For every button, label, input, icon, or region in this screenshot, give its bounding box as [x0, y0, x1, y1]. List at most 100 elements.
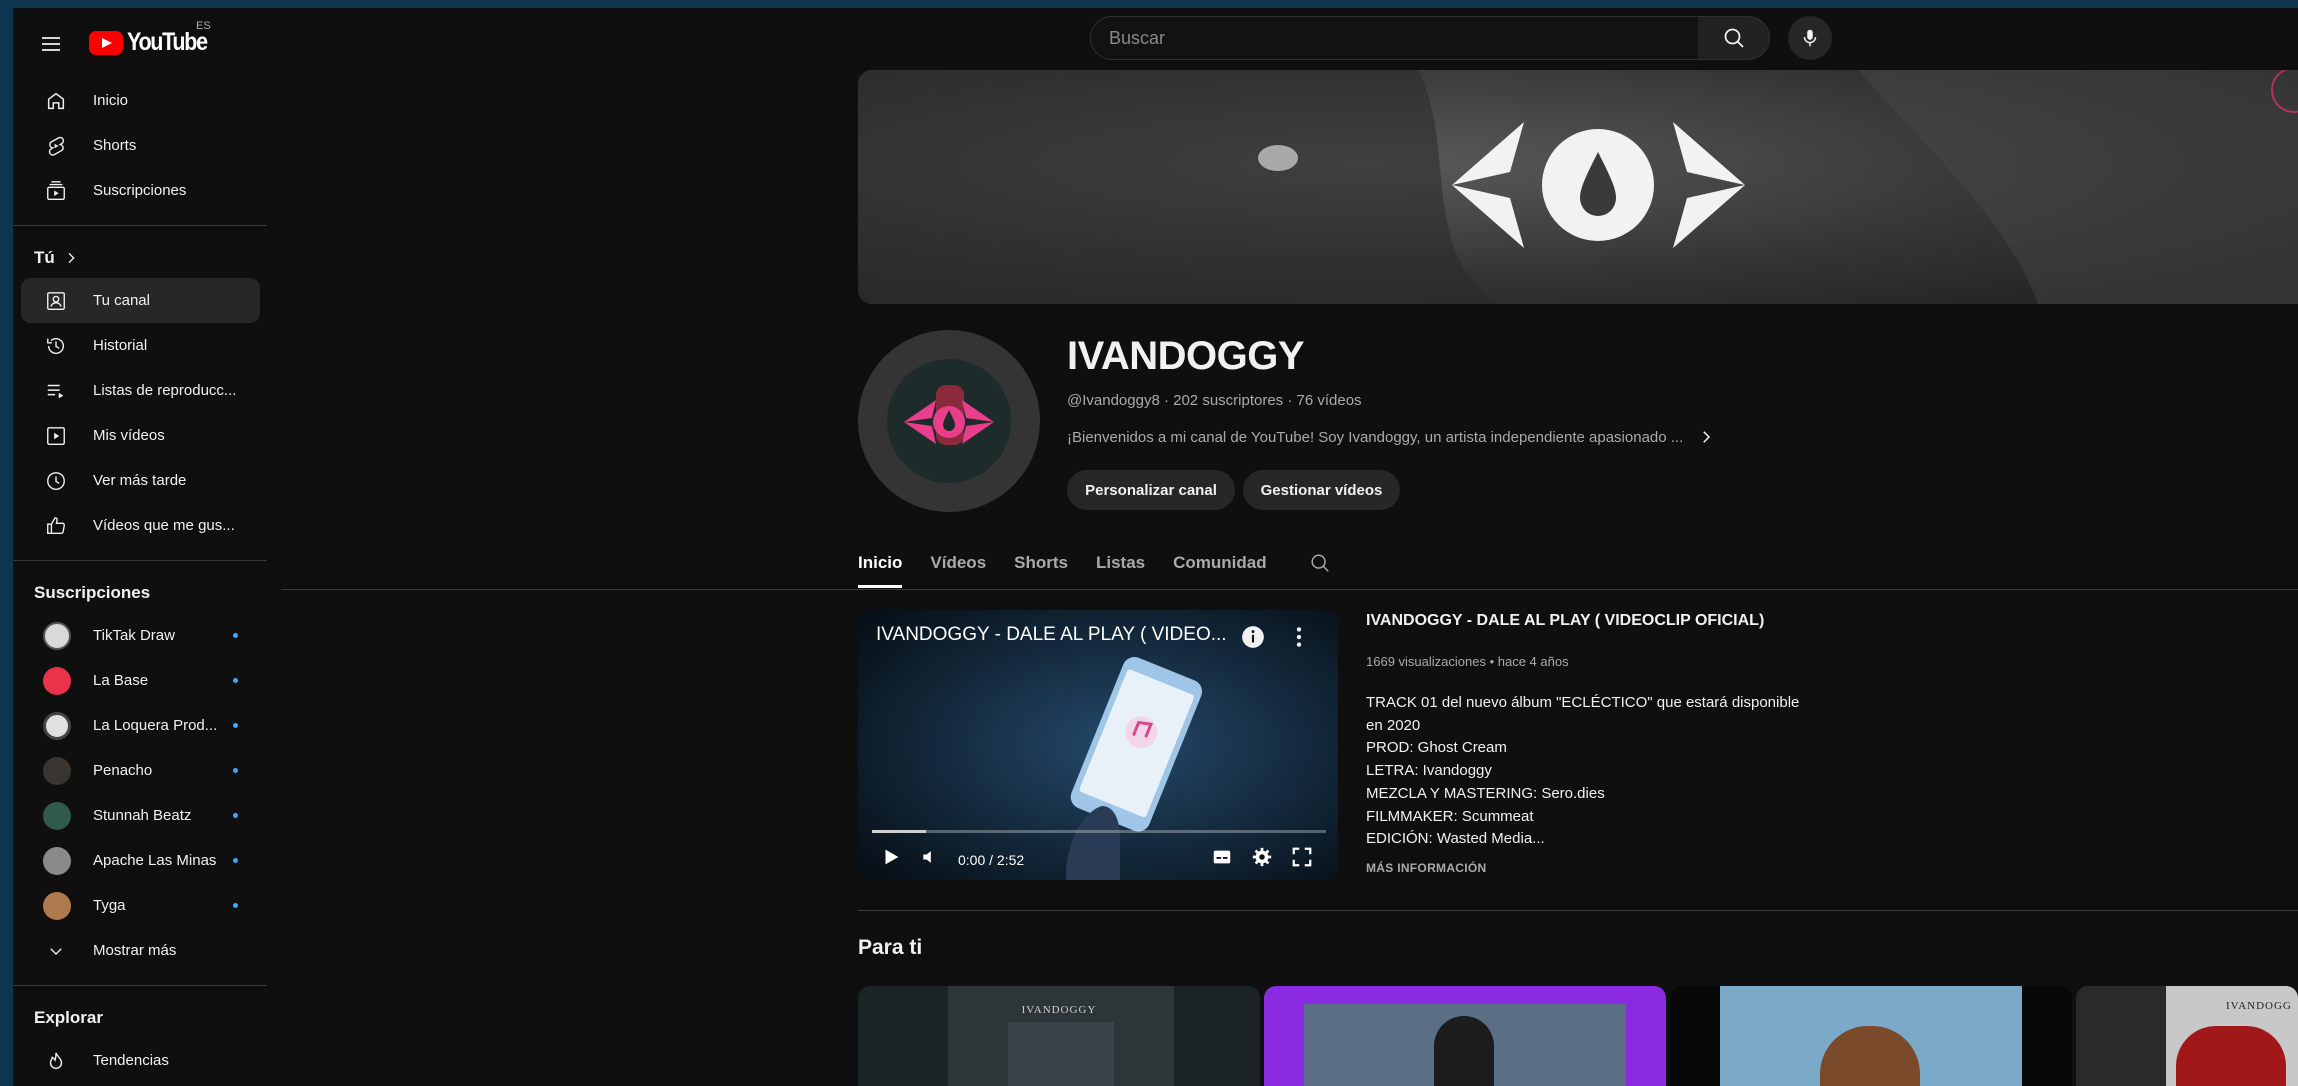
more-vert-icon[interactable] — [1286, 624, 1312, 650]
subtitles-icon[interactable] — [1211, 846, 1233, 868]
sidebar-subscription[interactable]: Tyga — [21, 883, 260, 928]
sidebar-subscription[interactable]: Apache Las Minas — [21, 838, 260, 883]
play-icon[interactable] — [880, 846, 902, 868]
subscription-label: Tyga — [93, 897, 126, 914]
channel-description-text: ¡Bienvenidos a mi canal de YouTube! Soy … — [1067, 428, 1684, 446]
sidebar-divider — [13, 985, 267, 986]
new-content-dot — [233, 813, 238, 818]
avatar — [43, 621, 71, 650]
sidebar-item-listas[interactable]: Listas de reproducc... — [21, 368, 260, 413]
sidebar-item-shorts[interactable]: Shorts — [21, 123, 260, 168]
search-button[interactable] — [1698, 16, 1770, 60]
featured-video-player[interactable]: IVANDOGGY - DALE AL PLAY ( VIDEO... 0:00… — [858, 610, 1338, 880]
video-thumbnail[interactable]: IVANDOGG — [2076, 986, 2298, 1086]
sidebar: Inicio Shorts Suscripciones Tú Tu canal … — [13, 78, 268, 1083]
fullscreen-icon[interactable] — [1291, 846, 1313, 868]
progress-fill — [872, 830, 927, 833]
new-content-dot — [233, 678, 238, 683]
history-icon — [43, 333, 69, 359]
new-content-dot — [233, 768, 238, 773]
sidebar-item-historial[interactable]: Historial — [21, 323, 260, 368]
youtube-app: YouTube ES Inicio Shorts Suscripciones T… — [13, 8, 2298, 1086]
video-thumbnail[interactable]: IVANDOGGY — [858, 986, 1260, 1086]
sidebar-item-ver-mas-tarde[interactable]: Ver más tarde — [21, 458, 260, 503]
channel-tabs: Inicio Vídeos Shorts Listas Comunidad — [858, 538, 1359, 588]
channel-avatar[interactable] — [858, 330, 1040, 512]
hamburger-menu-icon — [42, 37, 60, 51]
subscriptions-icon — [43, 178, 69, 204]
thumbnail-art — [1008, 1022, 1114, 1086]
search-input[interactable] — [1091, 26, 1711, 50]
info-icon[interactable] — [1240, 624, 1266, 650]
volume-icon[interactable] — [920, 847, 940, 867]
channel-banner — [858, 70, 2298, 304]
featured-video-title[interactable]: IVANDOGGY - DALE AL PLAY ( VIDEOCLIP OFI… — [1366, 612, 1764, 630]
channel-search-button[interactable] — [1309, 538, 1331, 588]
sidebar-item-label: Vídeos que me gus... — [93, 517, 235, 534]
thumbnail-art — [1434, 1016, 1494, 1086]
microphone-icon — [1803, 29, 1817, 47]
subscription-label: TikTak Draw — [93, 627, 175, 644]
tab-comunidad[interactable]: Comunidad — [1173, 538, 1267, 588]
channel-description[interactable]: ¡Bienvenidos a mi canal de YouTube! Soy … — [1067, 428, 1715, 446]
tab-inicio[interactable]: Inicio — [858, 538, 903, 588]
featured-video-description: TRACK 01 del nuevo álbum "ECLÉCTICO" que… — [1366, 692, 1846, 851]
more-info-link[interactable]: MÁS INFORMACIÓN — [1366, 861, 1487, 875]
logo-text: YouTube — [127, 28, 208, 56]
description-line: EDICIÓN: Wasted Media... — [1366, 830, 1545, 848]
manage-videos-button[interactable]: Gestionar vídeos — [1243, 470, 1400, 510]
chevron-down-icon — [43, 938, 69, 964]
sidebar-item-label: Tu canal — [93, 292, 150, 309]
explore-heading: Explorar — [34, 1008, 103, 1027]
progress-bar[interactable] — [872, 830, 1326, 833]
sidebar-item-label: Shorts — [93, 137, 137, 154]
menu-button[interactable] — [33, 26, 69, 62]
avatar — [43, 891, 71, 920]
sidebar-subscription[interactable]: La Loquera Prod... — [21, 703, 260, 748]
description-line: LETRA: Ivandoggy — [1366, 762, 1492, 780]
shorts-icon — [43, 133, 69, 159]
video-thumbnail[interactable] — [1670, 986, 2072, 1086]
sidebar-subscription[interactable]: Stunnah Beatz — [21, 793, 260, 838]
sidebar-subscription[interactable]: La Base — [21, 658, 260, 703]
customize-channel-button[interactable]: Personalizar canal — [1067, 470, 1235, 510]
subscription-label: Penacho — [93, 762, 153, 779]
for-you-heading: Para ti — [858, 936, 923, 959]
search-icon — [1311, 554, 1329, 572]
video-thumbnail[interactable] — [1264, 986, 1666, 1086]
new-content-dot — [233, 858, 238, 863]
featured-video-stats: 1669 visualizaciones • hace 4 años — [1366, 654, 1569, 669]
show-more-button[interactable]: Mostrar más — [21, 928, 260, 973]
tab-listas[interactable]: Listas — [1096, 538, 1145, 588]
tab-shorts[interactable]: Shorts — [1014, 538, 1068, 588]
sidebar-item-suscripciones[interactable]: Suscripciones — [21, 168, 260, 213]
sidebar-item-videos-me-gustan[interactable]: Vídeos que me gus... — [21, 503, 260, 548]
you-section-header[interactable]: Tú — [13, 238, 268, 278]
sidebar-divider — [13, 225, 267, 226]
youtube-logo[interactable]: YouTube — [89, 28, 220, 57]
voice-search-button[interactable] — [1788, 16, 1832, 60]
sidebar-item-inicio[interactable]: Inicio — [21, 78, 260, 123]
you-heading: Tú — [34, 248, 55, 267]
sidebar-item-label: Tendencias — [93, 1052, 169, 1069]
playlists-icon — [43, 378, 69, 404]
tab-videos[interactable]: Vídeos — [930, 538, 986, 588]
sidebar-item-tendencias[interactable]: Tendencias — [21, 1038, 260, 1083]
settings-gear-icon[interactable] — [1251, 846, 1273, 868]
subscription-label: Stunnah Beatz — [93, 807, 192, 824]
sidebar-item-mis-videos[interactable]: Mis vídeos — [21, 413, 260, 458]
sidebar-item-label: Inicio — [93, 92, 129, 109]
sidebar-item-label: Suscripciones — [93, 182, 187, 199]
description-line: PROD: Ghost Cream — [1366, 739, 1507, 757]
avatar-artwork — [858, 330, 1040, 512]
my-videos-icon — [43, 423, 69, 449]
sidebar-subscription[interactable]: TikTak Draw — [21, 613, 260, 658]
channel-meta: @Ivandoggy8 · 202 suscriptores · 76 víde… — [1067, 392, 1362, 409]
player-controls: 0:00 / 2:52 — [858, 830, 1338, 880]
avatar — [43, 711, 71, 740]
sidebar-subscription[interactable]: Penacho — [21, 748, 260, 793]
sidebar-item-tu-canal[interactable]: Tu canal — [21, 278, 260, 323]
search-icon — [1724, 28, 1744, 48]
thumbnail-label: IVANDOGG — [2226, 1000, 2292, 1012]
avatar — [43, 801, 71, 830]
